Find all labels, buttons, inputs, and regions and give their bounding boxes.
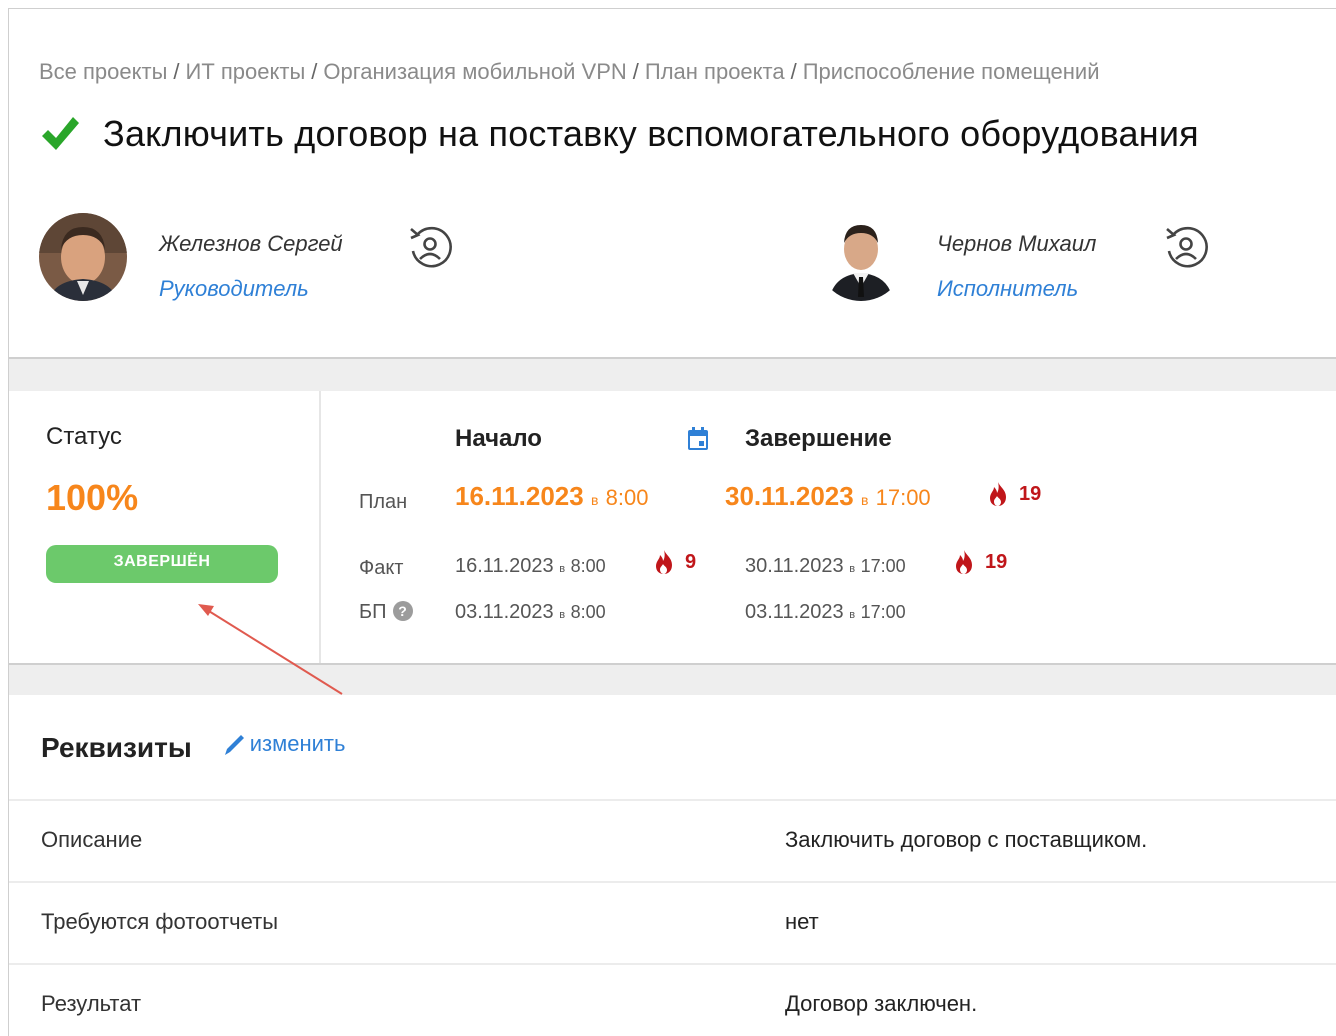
fact-end-at: в: [849, 563, 856, 575]
status-label: Статус: [46, 423, 122, 450]
fact-label: Факт: [359, 557, 404, 579]
plan-end-date: 30.11.2023: [725, 481, 854, 511]
table-row: Результат Договор заключен.: [9, 963, 1336, 1036]
table-row: Требуются фотоотчеты нет: [9, 881, 1336, 965]
pencil-icon: [224, 735, 244, 755]
check-icon: [42, 117, 79, 150]
fact-start-at: в: [559, 563, 566, 575]
breadcrumb-separator: /: [173, 59, 180, 84]
dates-panel: Начало Завершение План 16.11.2023 в 8:00…: [329, 391, 1336, 663]
plan-start-at: в: [590, 492, 599, 508]
fact-start-time: 8:00: [570, 556, 606, 576]
breadcrumb-separator: /: [632, 59, 639, 84]
fire-icon: [656, 550, 672, 574]
requisite-value: Заключить договор с поставщиком.: [785, 827, 1148, 852]
page-title: Заключить договор на поставку вспомогате…: [103, 113, 1199, 154]
bp-end-date: 03.11.2023: [745, 601, 844, 623]
executor-card: Чернов Михаил Исполнитель: [817, 213, 1237, 303]
executor-role-link[interactable]: Исполнитель: [937, 276, 1078, 302]
plan-end-time: 17:00: [875, 485, 931, 510]
requisite-value: нет: [785, 909, 819, 934]
bp-start: 03.11.2023 в 8:00: [455, 601, 606, 624]
bp-end: 03.11.2023 в 17:00: [745, 601, 906, 624]
bp-start-date: 03.11.2023: [455, 601, 554, 623]
fact-end-time: 17:00: [860, 556, 906, 576]
user-swap-icon[interactable]: [1161, 223, 1211, 273]
fire-icon: [956, 550, 972, 574]
executor-name: Чернов Михаил: [937, 231, 1097, 256]
fire-icon: [990, 482, 1006, 506]
breadcrumb-project-plan[interactable]: План проекта: [645, 59, 785, 84]
bp-start-time: 8:00: [570, 602, 606, 622]
section-divider: [9, 357, 1336, 391]
fact-end-overdue-count: 19: [985, 550, 1008, 573]
status-panel: Статус 100% ЗАВЕРШЁН: [9, 391, 321, 663]
avatar[interactable]: [39, 213, 127, 301]
task-card: Все проекты / ИТ проекты / Организация мобил…: [8, 8, 1336, 1036]
breadcrumb-all-projects[interactable]: Все проекты: [39, 59, 167, 84]
fact-start: 16.11.2023 в 8:00: [455, 555, 606, 578]
end-header: Завершение: [745, 425, 892, 452]
section-divider: [9, 663, 1336, 695]
status-badge[interactable]: ЗАВЕРШЁН: [46, 545, 278, 583]
manager-name: Железнов Сергей: [159, 231, 343, 256]
fact-start-date: 16.11.2023: [455, 555, 554, 577]
requisite-value: Договор заключен.: [785, 991, 978, 1016]
plan-label: План: [359, 491, 408, 513]
breadcrumb-project[interactable]: Организация мобильной VPN: [323, 59, 626, 84]
table-row: Описание Заключить договор с поставщиком…: [9, 799, 1336, 883]
requisite-key: Результат: [41, 991, 142, 1016]
avatar[interactable]: [817, 213, 905, 301]
bp-start-at: в: [559, 609, 566, 621]
manager-role-link[interactable]: Руководитель: [159, 276, 309, 302]
requisites-title: Реквизиты: [41, 732, 192, 763]
fact-start-overdue: 9: [653, 549, 696, 575]
fact-end-overdue: 19: [953, 549, 1007, 575]
plan-end-at: в: [860, 492, 869, 508]
fact-start-overdue-count: 9: [685, 550, 697, 573]
manager-card: Железнов Сергей Руководитель: [39, 213, 489, 303]
start-header: Начало: [455, 425, 542, 452]
fact-end: 30.11.2023 в 17:00: [745, 555, 906, 578]
breadcrumb: Все проекты / ИТ проекты / Организация мобил…: [39, 59, 1100, 85]
bp-end-time: 17:00: [860, 602, 906, 622]
breadcrumb-separator: /: [311, 59, 318, 84]
plan-end-overdue-count: 19: [1019, 482, 1042, 505]
plan-start[interactable]: 16.11.2023 в 8:00: [455, 481, 648, 512]
plan-end-overdue: 19: [987, 481, 1041, 507]
fact-end-date: 30.11.2023: [745, 555, 844, 577]
edit-requisites-label: изменить: [249, 731, 346, 756]
bp-label: БП: [359, 601, 387, 623]
page-title-row: Заключить договор на поставку вспомогате…: [39, 113, 1199, 155]
calendar-icon[interactable]: [687, 427, 709, 451]
edit-requisites-link[interactable]: изменить: [222, 731, 346, 757]
requisites-header: Реквизиты изменить: [41, 731, 345, 764]
bp-label-wrap: БП?: [359, 601, 413, 624]
breadcrumb-stage[interactable]: Приспособление помещений: [803, 59, 1100, 84]
bp-end-at: в: [849, 609, 856, 621]
requisite-key: Требуются фотоотчеты: [41, 909, 279, 934]
requisite-key: Описание: [41, 827, 143, 852]
help-icon[interactable]: ?: [392, 601, 413, 621]
breadcrumb-separator: /: [790, 59, 797, 84]
status-percent: 100%: [46, 477, 139, 518]
breadcrumb-it-projects[interactable]: ИТ проекты: [186, 59, 306, 84]
plan-start-date: 16.11.2023: [455, 481, 584, 511]
user-swap-icon[interactable]: [405, 223, 455, 273]
plan-end[interactable]: 30.11.2023 в 17:00: [725, 481, 931, 512]
plan-start-time: 8:00: [605, 485, 649, 510]
